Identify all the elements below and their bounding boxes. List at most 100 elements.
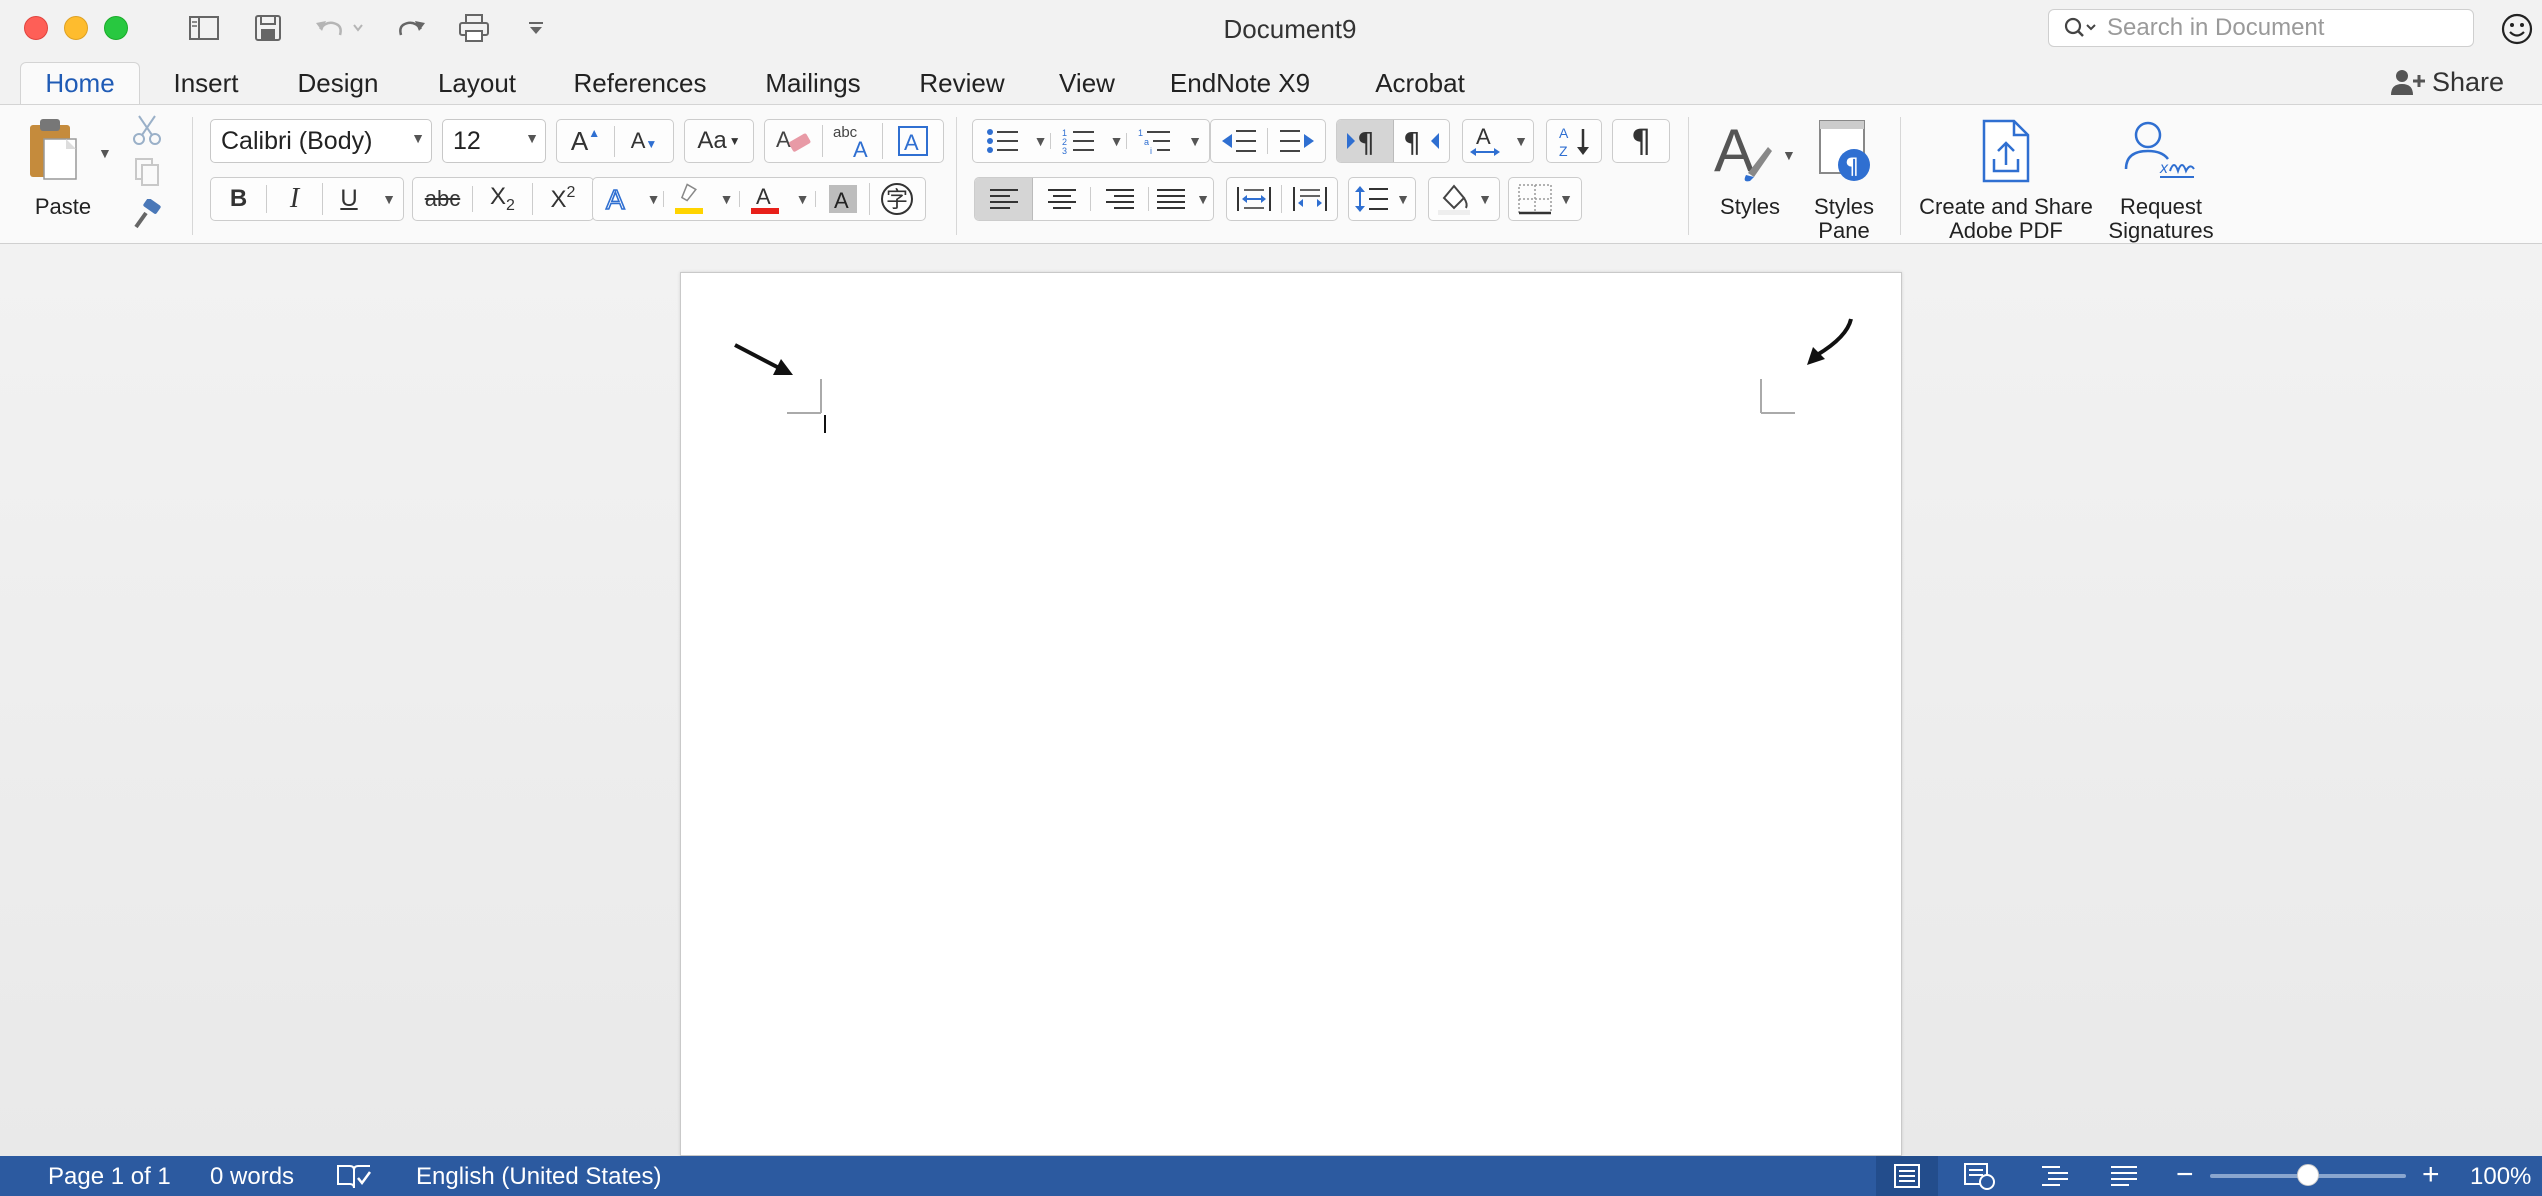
share-button[interactable]: Share: [2388, 64, 2504, 100]
ltr-paragraph-icon[interactable]: ¶: [1337, 120, 1394, 162]
feedback-smiley-icon[interactable]: [2500, 12, 2534, 46]
cut-icon[interactable]: [130, 113, 164, 147]
paste-button[interactable]: ▼ Paste: [18, 111, 118, 221]
outline-view-icon[interactable]: [2026, 1156, 2084, 1196]
increase-font-size-icon[interactable]: A▲: [557, 125, 615, 157]
svg-text:1: 1: [1138, 128, 1143, 138]
align-right-icon[interactable]: [1091, 187, 1149, 211]
create-pdf-label-2: Adobe PDF: [1949, 218, 2063, 243]
decrease-indent-icon[interactable]: [1211, 128, 1269, 154]
zoom-slider[interactable]: [2210, 1164, 2406, 1186]
line-spacing-icon[interactable]: ▼: [1348, 177, 1416, 221]
decrease-font-size-icon[interactable]: A▼: [615, 128, 673, 154]
copy-icon[interactable]: [132, 157, 162, 187]
close-window-button[interactable]: [24, 16, 48, 40]
web-layout-view-icon[interactable]: [1950, 1156, 2008, 1196]
word-count[interactable]: 0 words: [210, 1163, 294, 1191]
proofing-icon[interactable]: [336, 1162, 372, 1196]
multilevel-list-icon[interactable]: 1ai: [1127, 127, 1183, 155]
change-case-icon[interactable]: Aa ▼: [684, 119, 754, 163]
tab-endnote[interactable]: EndNote X9: [1158, 62, 1322, 104]
font-size-combobox[interactable]: 12 ▼: [442, 119, 546, 163]
asian-layout-icon[interactable]: A ▼: [1462, 119, 1534, 163]
top-left-margin-mark: [787, 379, 822, 414]
columns-distribute-icon[interactable]: [1282, 185, 1337, 213]
text-effects-icon[interactable]: A: [594, 183, 644, 215]
justify-icon[interactable]: [1149, 187, 1193, 211]
tab-design[interactable]: Design: [280, 62, 396, 104]
numbering-dropdown-icon[interactable]: ▼: [1107, 133, 1127, 149]
zoom-in-button[interactable]: +: [2422, 1158, 2440, 1192]
zoom-slider-thumb[interactable]: [2297, 1164, 2319, 1186]
highlight-dropdown-icon[interactable]: ▼: [714, 191, 740, 207]
align-left-icon[interactable]: [975, 178, 1033, 220]
strikethrough-button[interactable]: abc: [413, 186, 473, 212]
bold-button[interactable]: B: [211, 185, 267, 213]
sort-icon[interactable]: AZ: [1546, 119, 1602, 163]
multilevel-dropdown-icon[interactable]: ▼: [1183, 133, 1207, 149]
styles-gallery-button[interactable]: A ▼ Styles: [1704, 113, 1800, 235]
document-canvas[interactable]: [0, 244, 2542, 1156]
font-color-dropdown-icon[interactable]: ▼: [790, 191, 816, 207]
font-color-icon[interactable]: A: [740, 182, 790, 216]
underline-dropdown-icon[interactable]: ▼: [375, 191, 403, 207]
zoom-window-button[interactable]: [104, 16, 128, 40]
shading-icon[interactable]: ▼: [1428, 177, 1500, 221]
redo-icon[interactable]: [394, 12, 430, 44]
customize-toolbar-icon[interactable]: [522, 12, 550, 44]
bullets-icon[interactable]: [975, 127, 1031, 155]
superscript-button[interactable]: X2: [533, 184, 593, 214]
tab-mailings[interactable]: Mailings: [746, 62, 880, 104]
tab-acrobat[interactable]: Acrobat: [1350, 62, 1490, 104]
tab-layout[interactable]: Layout: [420, 62, 534, 104]
draft-view-icon[interactable]: [2096, 1156, 2152, 1196]
subscript-button[interactable]: X2: [473, 183, 533, 215]
language-status[interactable]: English (United States): [416, 1163, 661, 1191]
request-signatures-button[interactable]: x Request Signatures: [2096, 113, 2226, 243]
tab-review[interactable]: Review: [904, 62, 1020, 104]
page-count[interactable]: Page 1 of 1: [48, 1163, 171, 1191]
minimize-window-button[interactable]: [64, 16, 88, 40]
print-icon[interactable]: [456, 12, 492, 44]
search-field[interactable]: Search in Document: [2048, 9, 2474, 47]
show-formatting-marks-button[interactable]: ¶: [1612, 119, 1670, 163]
highlight-icon[interactable]: [664, 182, 714, 216]
clear-formatting-icon[interactable]: A: [765, 125, 823, 157]
rtl-paragraph-icon[interactable]: ¶: [1394, 125, 1449, 157]
bullets-dropdown-icon[interactable]: ▼: [1031, 133, 1051, 149]
format-painter-icon[interactable]: [130, 198, 164, 233]
font-name-combobox[interactable]: Calibri (Body) ▼: [210, 119, 432, 163]
create-share-pdf-button[interactable]: Create and Share Adobe PDF: [1914, 113, 2098, 243]
svg-text:A: A: [904, 130, 919, 155]
save-icon[interactable]: [250, 12, 286, 44]
zoom-percent[interactable]: 100%: [2470, 1163, 2531, 1191]
tab-insert[interactable]: Insert: [156, 62, 256, 104]
styles-dropdown-icon[interactable]: ▼: [1782, 147, 1796, 163]
zoom-out-button[interactable]: −: [2176, 1158, 2194, 1192]
text-effects-dropdown-icon[interactable]: ▼: [644, 191, 664, 207]
align-center-icon[interactable]: [1033, 187, 1091, 211]
character-shading-icon[interactable]: A: [816, 183, 870, 215]
justify-dropdown-icon[interactable]: ▼: [1193, 191, 1213, 207]
increase-indent-icon[interactable]: [1268, 128, 1325, 154]
undo-icon[interactable]: [310, 12, 366, 44]
paste-dropdown-icon[interactable]: ▼: [98, 145, 112, 161]
borders-icon[interactable]: ▼: [1508, 177, 1582, 221]
enclose-characters-icon[interactable]: 字: [870, 181, 924, 217]
font-size-buttons: A▲ A▼: [556, 119, 674, 163]
superscript-mark: 2: [566, 184, 576, 201]
svg-text:a: a: [1144, 137, 1149, 147]
tab-view[interactable]: View: [1044, 62, 1130, 104]
sidebar-toggle-icon[interactable]: [186, 12, 222, 44]
numbering-icon[interactable]: 123: [1051, 127, 1107, 155]
tab-home[interactable]: Home: [20, 62, 140, 104]
underline-button[interactable]: U: [323, 185, 375, 213]
italic-button[interactable]: I: [267, 183, 323, 215]
distributed-icon[interactable]: [1227, 185, 1283, 213]
print-layout-view-icon[interactable]: [1876, 1156, 1938, 1196]
tab-references[interactable]: References: [560, 62, 720, 104]
character-border-icon[interactable]: A: [883, 125, 943, 157]
document-page[interactable]: [680, 272, 1902, 1156]
spelling-icon[interactable]: abc A: [823, 123, 883, 159]
styles-pane-button[interactable]: ¶ Styles Pane: [1802, 113, 1886, 243]
